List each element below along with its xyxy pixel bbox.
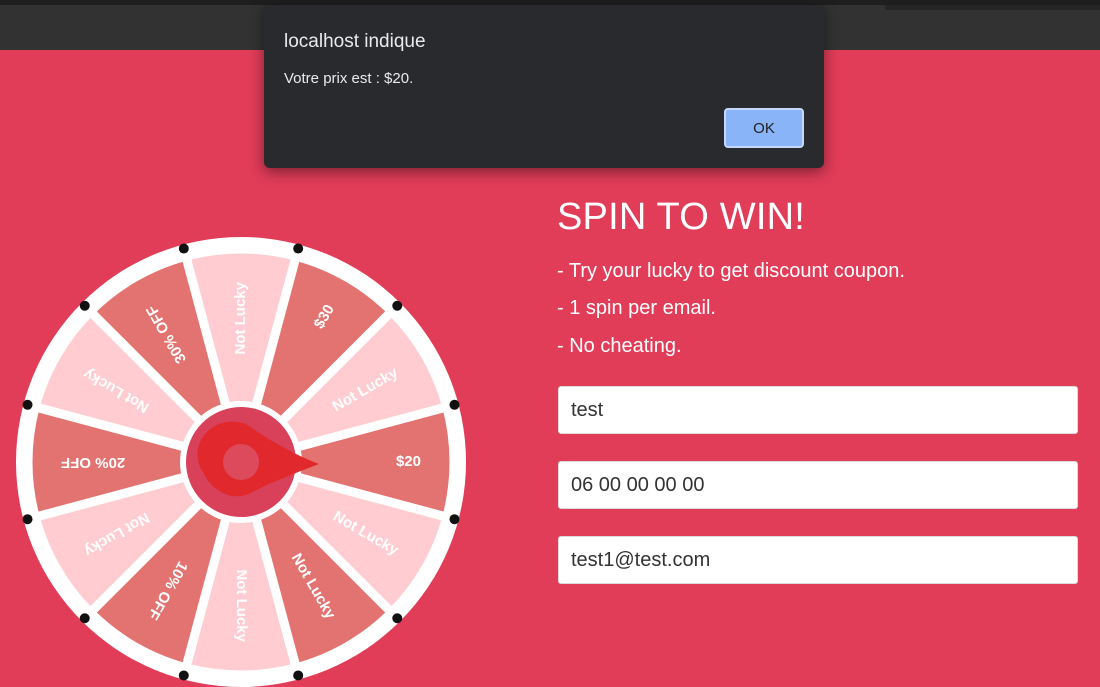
alert-dialog: localhost indique Votre prix est : $20. … xyxy=(264,5,824,168)
wheel-peg xyxy=(392,613,403,624)
wheel-peg xyxy=(79,613,90,624)
wheel-peg xyxy=(178,243,189,254)
wheel-peg xyxy=(79,300,90,311)
wheel-segment-label: $20 xyxy=(396,453,421,470)
wheel-segment-label: 20% OFF xyxy=(61,454,125,471)
wheel-segment-label: Not Lucky xyxy=(233,569,250,642)
wheel-segment-label: Not Lucky xyxy=(232,281,249,354)
rule-coupon: - Try your lucky to get discount coupon. xyxy=(557,260,905,282)
rule-one-spin: - 1 spin per email. xyxy=(557,297,716,319)
wheel-peg xyxy=(293,670,304,681)
wheel-peg xyxy=(22,514,33,525)
alert-dialog-title: localhost indique xyxy=(284,31,426,52)
ok-button[interactable]: OK xyxy=(724,108,804,148)
wheel-peg xyxy=(392,300,403,311)
wheel-peg xyxy=(449,514,460,525)
wheel-peg xyxy=(178,670,189,681)
wheel-peg xyxy=(449,399,460,410)
phone-input[interactable] xyxy=(558,461,1078,509)
wheel-peg xyxy=(293,243,304,254)
prize-wheel[interactable]: $20 Not Lucky Not Lucky Not Lucky 10% OFF Not… xyxy=(16,237,466,687)
wheel-hub-center xyxy=(223,444,259,480)
prize-wheel-graphic[interactable]: $20Not LuckyNot LuckyNot Lucky10% OFFNot… xyxy=(16,237,466,687)
alert-dialog-message: Votre prix est : $20. xyxy=(284,70,414,87)
wheel-peg xyxy=(22,399,33,410)
rule-no-cheating: - No cheating. xyxy=(557,335,682,357)
name-input[interactable] xyxy=(558,386,1078,434)
email-input[interactable] xyxy=(558,536,1078,584)
page-title: SPIN TO WIN! xyxy=(557,196,806,238)
browser-tab-strip-right xyxy=(885,5,1100,10)
